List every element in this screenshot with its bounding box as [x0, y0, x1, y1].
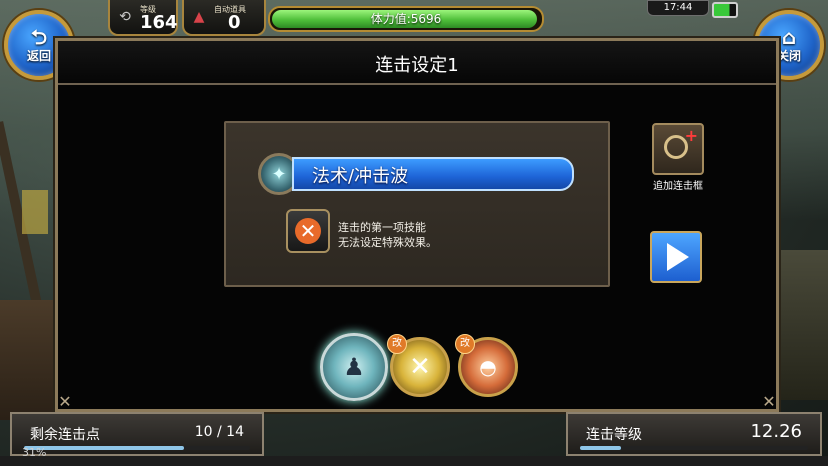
modify-badge: 改	[387, 334, 407, 354]
battery-percent: 31%	[22, 446, 47, 459]
remaining-combo-points-panel: 剩余连击点 10 / 14	[10, 412, 264, 456]
cross-icon: ✕	[295, 218, 321, 244]
special-effect-disabled-icon: ✕	[286, 209, 330, 253]
next-button[interactable]	[650, 231, 702, 283]
modify-badge: 改	[455, 334, 475, 354]
battery-icon	[712, 2, 738, 18]
dialog-title: 连击设定1	[375, 55, 459, 76]
back-button-label: 返回	[26, 48, 51, 63]
combo-level-track	[580, 446, 808, 450]
frame-corner-ornament: ✕	[58, 392, 72, 411]
ice-figure-skill-icon: ♟	[343, 353, 365, 381]
skill-orb-2[interactable]: 改 ✕	[387, 334, 450, 397]
fire-dome-skill-icon: ◓	[479, 355, 497, 379]
remaining-points-value: 10 / 14	[194, 424, 244, 440]
skill-name: 法术/冲击波	[312, 166, 409, 187]
skill-panel: ✦ 法术/冲击波 ✕ 连击的第一项技能 无法设定特殊效果。	[224, 121, 610, 287]
combo-settings-dialog: ✕ ✕ ✕ ✕ 连击设定1 ✦ 法术/冲击波 ✕ 连击的第一项技能 无法设定特殊…	[55, 38, 779, 412]
auto-items-plate: ▲ 自动道具 0	[182, 0, 266, 36]
combo-level-fill	[580, 446, 622, 450]
remaining-points-label: 剩余连击点	[30, 427, 100, 443]
level-icon: ⟲	[119, 9, 131, 25]
close-button-label: 关闭	[776, 48, 801, 63]
back-arrow-icon: ⮌	[30, 24, 48, 49]
plus-icon: +	[684, 126, 698, 145]
remaining-points-fill	[24, 446, 185, 450]
stamina-bar: 体力值:5696	[268, 6, 544, 32]
play-arrow-icon	[667, 243, 689, 271]
skill-orb-1[interactable]: ♟	[320, 333, 388, 401]
background-banner	[22, 190, 48, 234]
add-combo-slot-label: 追加连击框	[653, 181, 703, 192]
status-strip	[0, 456, 828, 466]
level-value: 164	[140, 12, 178, 33]
add-combo-slot-button[interactable]: +	[652, 123, 704, 175]
auto-items-value: 0	[228, 12, 241, 33]
frame-corner-ornament: ✕	[762, 392, 776, 411]
skill-orb-3[interactable]: 改 ◓	[455, 334, 518, 397]
note-line-2: 无法设定特殊效果。	[338, 236, 437, 249]
crossed-swords-skill-icon: ✕	[409, 352, 431, 382]
dialog-header: 连击设定1	[58, 41, 776, 85]
level-plate: ⟲ 等级 164	[108, 0, 178, 36]
stamina-text: 体力值:5696	[370, 12, 442, 26]
clock: 17:44	[647, 0, 709, 16]
combo-level-value: 12.26	[750, 421, 802, 442]
note-line-1: 连击的第一项技能	[338, 221, 426, 234]
combo-level-label: 连击等级	[586, 427, 642, 443]
skill-select-bar[interactable]: 法术/冲击波	[292, 157, 574, 191]
remaining-points-track	[24, 446, 250, 450]
combo-level-panel: 连击等级 12.26	[566, 412, 822, 456]
home-icon: ⌂	[781, 24, 797, 49]
potion-icon: ▲	[193, 9, 205, 25]
